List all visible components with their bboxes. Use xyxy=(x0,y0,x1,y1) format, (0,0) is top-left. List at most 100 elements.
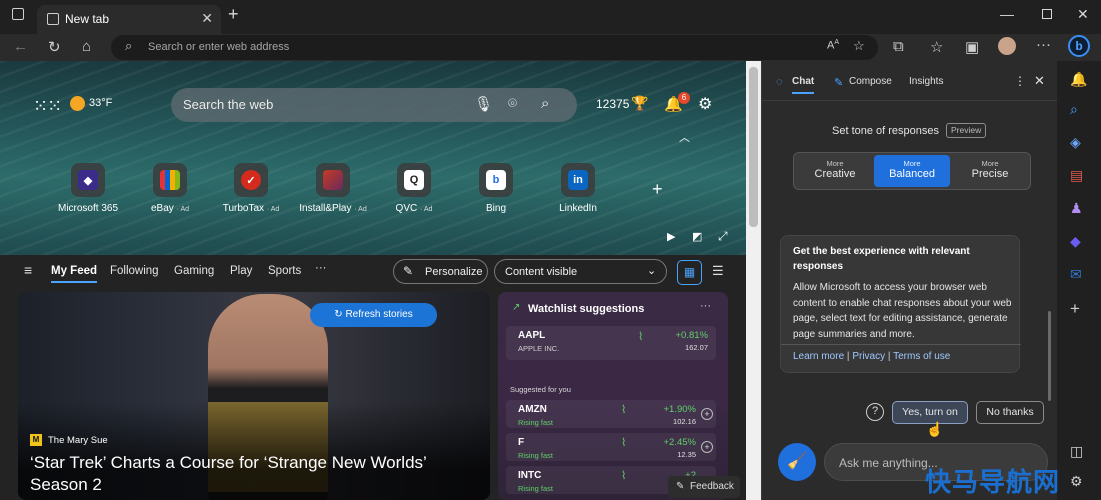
background-info-icon[interactable]: ◩ xyxy=(692,230,702,243)
tone-label: Set tone of responses xyxy=(832,125,940,137)
weather-temp[interactable]: 33°F xyxy=(89,97,112,109)
minimize-icon[interactable]: — xyxy=(1000,6,1014,22)
learn-more-link[interactable]: Learn more xyxy=(793,351,844,362)
access-permission-card: Get the best experience with relevant re… xyxy=(780,235,1021,373)
terms-link[interactable]: Terms of use xyxy=(893,351,950,362)
quick-link-ebay[interactable]: eBay · Ad xyxy=(130,163,210,214)
content-visible-select[interactable]: Content visible ⌄ xyxy=(494,259,667,284)
quick-link-turbotax[interactable]: ✓ TurboTax · Ad xyxy=(211,163,291,214)
nav-sports[interactable]: Sports xyxy=(268,265,301,277)
new-tab-plus-icon[interactable]: + xyxy=(228,4,239,25)
address-bar[interactable]: ⌕ Search or enter web address AA ☆ xyxy=(111,35,878,60)
microphone-icon[interactable]: 🎙 xyxy=(474,95,493,113)
refresh-icon[interactable]: ↻ xyxy=(48,38,61,56)
page-scrollbar[interactable] xyxy=(746,61,761,500)
story-source[interactable]: The Mary Sue xyxy=(48,435,108,446)
tab-chat[interactable]: Chat xyxy=(792,76,815,94)
favorites-icon[interactable]: ☆ xyxy=(930,38,943,56)
sidebar-settings-icon[interactable]: ⚙ xyxy=(1070,473,1083,490)
feedback-button[interactable]: ✎ Feedback xyxy=(668,476,740,498)
watchlist-card: ↗ Watchlist suggestions ··· AAPL APPLE I… xyxy=(498,292,728,500)
read-aloud-icon[interactable]: AA xyxy=(827,39,839,52)
grid-view-icon[interactable]: ▦ xyxy=(677,260,702,285)
story-headline[interactable]: ‘Star Trek’ Charts a Course for ‘Strange… xyxy=(30,452,485,496)
discover-bell-icon[interactable]: 🔔 xyxy=(1070,71,1087,88)
tone-creative[interactable]: More Creative xyxy=(797,155,873,187)
tab-compose[interactable]: Compose xyxy=(849,76,892,87)
bing-chat-icon[interactable]: b xyxy=(1068,35,1090,57)
stock-row-amzn[interactable]: AMZN Rising fast ⌇ +1.90% 102.16 + xyxy=(506,400,716,428)
quick-link-microsoft-365[interactable]: ◆ Microsoft 365 xyxy=(48,163,128,214)
feedback-label: Feedback xyxy=(690,481,734,492)
close-pane-icon[interactable]: ✕ xyxy=(1034,73,1045,89)
feed-menu-icon[interactable]: ≡ xyxy=(24,262,32,278)
rewards-points[interactable]: 12375 xyxy=(596,97,629,111)
pane-more-icon[interactable]: ⋮ xyxy=(1014,74,1026,88)
outlook-icon[interactable]: ✉ xyxy=(1070,266,1082,283)
personalize-button[interactable]: ✎ Personalize xyxy=(393,259,488,284)
rewards-trophy-icon[interactable]: 🏆 xyxy=(631,95,648,112)
list-view-icon[interactable]: ☰ xyxy=(712,263,724,279)
scrollbar-thumb[interactable] xyxy=(749,67,758,227)
help-question-icon[interactable]: ? xyxy=(866,403,884,421)
more-menu-icon[interactable]: ··· xyxy=(1036,36,1051,53)
extensions-icon[interactable]: ⧉ xyxy=(893,38,904,55)
quick-link-name: Bing xyxy=(485,203,506,214)
refresh-stories-button[interactable]: ↻ Refresh stories xyxy=(310,303,437,327)
quick-link-linkedin[interactable]: in LinkedIn xyxy=(538,163,618,214)
quick-link-qvc[interactable]: Q QVC · Ad xyxy=(374,163,454,214)
play-video-icon[interactable]: ▶ xyxy=(667,230,675,243)
nav-following[interactable]: Following xyxy=(110,265,159,277)
tone-precise[interactable]: More Precise xyxy=(952,155,1028,187)
side-pane-scrollbar[interactable] xyxy=(1048,311,1051,401)
nav-more-icon[interactable]: ··· xyxy=(315,262,327,274)
games-icon[interactable]: ♟ xyxy=(1070,200,1083,217)
expand-icon[interactable]: ⤢ xyxy=(718,229,728,244)
tone-name: Balanced xyxy=(889,168,935,180)
stock-row-aapl[interactable]: AAPL APPLE INC. ⌇ +0.81% 162.07 xyxy=(506,326,716,360)
quick-link-bing[interactable]: b Bing xyxy=(456,163,536,214)
chevron-down-icon: ⌄ xyxy=(647,265,657,277)
search-icon[interactable]: ⌕ xyxy=(541,95,549,112)
tone-selector: More Creative More Balanced More Precise xyxy=(793,152,1031,190)
add-app-icon[interactable]: + xyxy=(1070,299,1080,319)
maximize-icon[interactable] xyxy=(1042,9,1052,19)
tab-actions-icon[interactable] xyxy=(12,8,24,20)
collections-icon[interactable]: ▣ xyxy=(965,38,979,56)
home-icon[interactable]: ⌂ xyxy=(82,38,91,55)
back-arrow-icon[interactable]: ← xyxy=(13,38,28,55)
tab-insights[interactable]: Insights xyxy=(909,76,943,87)
add-to-watchlist-icon[interactable]: + xyxy=(701,408,713,420)
add-quick-link-icon[interactable]: + xyxy=(652,179,663,200)
microsoft-365-icon[interactable]: ◆ xyxy=(1070,233,1081,250)
tone-balanced[interactable]: More Balanced xyxy=(874,155,950,187)
apps-grid-icon[interactable]: ⁙⁙ xyxy=(33,96,62,117)
add-to-watchlist-icon[interactable]: + xyxy=(701,441,713,453)
nav-play[interactable]: Play xyxy=(230,265,252,277)
nav-gaming[interactable]: Gaming xyxy=(174,265,214,277)
close-tab-icon[interactable]: ✕ xyxy=(201,10,213,27)
visual-search-icon[interactable]: ⌾ xyxy=(508,95,517,112)
close-window-icon[interactable]: ✕ xyxy=(1077,6,1089,23)
tone-name: Precise xyxy=(971,168,1009,180)
sidebar-layout-icon[interactable]: ◫ xyxy=(1070,443,1083,460)
source-logo-icon: M xyxy=(30,434,42,446)
weather-sun-icon[interactable] xyxy=(70,96,85,111)
stock-row-f[interactable]: F Rising fast ⌇ +2.45% 12.35 + xyxy=(506,433,716,461)
no-thanks-button[interactable]: No thanks xyxy=(976,401,1044,424)
profile-avatar[interactable] xyxy=(998,37,1016,55)
watchlist-more-icon[interactable]: ··· xyxy=(700,300,711,312)
tools-icon[interactable]: ▤ xyxy=(1070,167,1083,184)
collapse-chevron-icon[interactable]: ︿ xyxy=(679,129,690,145)
quick-link-install-play[interactable]: Install&Play · Ad xyxy=(293,163,373,214)
shopping-tag-icon[interactable]: ◈ xyxy=(1070,134,1081,151)
add-favorite-icon[interactable]: ☆ xyxy=(853,38,865,54)
privacy-link[interactable]: Privacy xyxy=(852,351,885,362)
nav-my-feed[interactable]: My Feed xyxy=(51,265,98,283)
tab-new-tab[interactable]: New tab ✕ xyxy=(37,5,221,34)
stock-company: APPLE INC. xyxy=(518,344,560,353)
new-topic-broom-icon[interactable]: 🧹 xyxy=(778,443,816,481)
settings-gear-icon[interactable]: ⚙ xyxy=(698,94,712,114)
search-icon[interactable]: ⌕ xyxy=(1070,101,1078,118)
web-search-box[interactable]: Search the web 🎙 ⌾ ⌕ xyxy=(171,88,577,122)
